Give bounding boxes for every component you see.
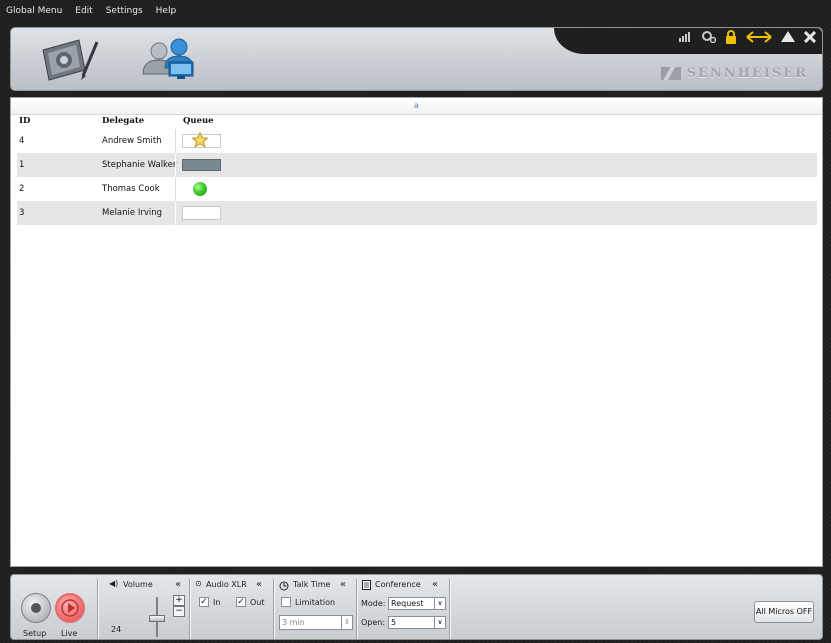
menu-edit[interactable]: Edit [75,6,92,16]
menu-help[interactable]: Help [156,6,177,16]
table-header: ID Delegate Queue [17,116,817,128]
volume-collapse-button[interactable]: « [175,579,181,590]
cell-id: 2 [19,184,25,194]
status-icons [679,30,817,47]
queue-bar [182,159,221,171]
mode-label: Mode: [361,599,386,608]
volume-title: Volume [123,580,153,589]
conference-title: Conference [375,580,421,589]
table-row[interactable]: 3 Melanie Irving [17,201,817,225]
header-queue[interactable]: Queue [183,116,214,126]
chevron-down-icon: ∨ [434,617,445,628]
volume-value: 24 [111,625,122,634]
stop-icon [31,603,41,613]
cell-id: 4 [19,136,25,146]
gears-icon [702,31,717,46]
brand-mark-icon [660,67,681,80]
brand-text: SENNHEISER [686,66,808,81]
header-id[interactable]: ID [19,116,30,126]
audio-in-label: In [213,598,221,607]
eject-icon[interactable] [781,31,795,46]
cell-id: 3 [19,208,25,218]
menu-global[interactable]: Global Menu [6,6,62,16]
audio-in-checkbox[interactable]: ✓ [199,597,209,607]
header-panel: SENNHEISER [10,27,823,91]
setup-label: Setup [23,629,47,638]
photo-edit-icon[interactable] [39,36,101,82]
open-label: Open: [361,618,386,627]
audio-out-checkbox[interactable]: ✓ [236,597,246,607]
green-dot-icon [193,182,207,196]
volume-plus-button[interactable]: + [173,595,185,606]
audio-collapse-button[interactable]: « [256,579,262,590]
header-delegate[interactable]: Delegate [102,116,144,126]
audio-icon: ⊙ [195,579,202,588]
talk-time-title: Talk Time [293,580,331,589]
table-row[interactable]: 2 Thomas Cook [17,177,817,201]
limitation-checkbox[interactable] [281,597,291,607]
star-icon [191,131,209,148]
live-button[interactable] [55,593,85,623]
queue-box [182,206,221,220]
lock-icon[interactable] [725,30,737,47]
menu-settings[interactable]: Settings [106,6,143,16]
talk-time-spinner[interactable]: 3 min ⇕ [279,615,353,630]
volume-minus-button[interactable]: − [173,606,185,617]
cell-delegate: Melanie Irving [102,208,162,218]
open-select[interactable]: 5 ∨ [388,616,446,629]
all-micros-off-button[interactable]: All Micros OFF [754,601,814,623]
menu-bar: Global Menu Edit Settings Help [0,0,831,22]
swap-arrows-icon[interactable] [746,31,772,46]
open-value: 5 [391,618,397,627]
talk-time-collapse-button[interactable]: « [340,579,346,590]
brand-logo: SENNHEISER [660,66,808,81]
cell-delegate: Stephanie Walker [102,160,177,170]
delegates-icon[interactable] [139,36,201,82]
table-row[interactable]: 4 Andrew Smith [17,129,817,153]
volume-slider[interactable] [149,597,165,637]
talk-time-value: 3 min [282,618,305,627]
document-icon [362,580,371,590]
volume-slider-handle[interactable] [149,615,165,622]
control-bar: Setup Live ◀) Volume « + − 24 ⊙ Audio XL… [10,574,823,640]
table-row[interactable]: 1 Stephanie Walker [17,153,817,177]
chevron-down-icon: ∨ [434,598,445,609]
clock-icon [279,581,289,591]
spinner-arrows-icon[interactable]: ⇕ [341,616,352,629]
cell-id: 1 [19,160,25,170]
close-icon[interactable] [803,30,817,46]
cell-delegate: Andrew Smith [102,136,162,146]
play-icon [61,599,79,617]
speaker-icon: ◀) [109,579,119,588]
audio-title: Audio XLR [206,580,247,589]
limitation-label: Limitation [295,598,336,607]
conference-collapse-button[interactable]: « [432,579,438,590]
audio-out-label: Out [250,598,265,607]
live-label: Live [61,629,78,638]
delegate-list-panel: a ID Delegate Queue 4 Andrew Smith 1 Ste… [10,97,823,567]
setup-button[interactable] [21,593,51,623]
sort-indicator[interactable]: a [11,98,822,115]
mode-value: Request [391,599,424,608]
signal-icon [679,32,693,45]
cell-delegate: Thomas Cook [102,184,160,194]
mode-select[interactable]: Request ∨ [388,597,446,610]
